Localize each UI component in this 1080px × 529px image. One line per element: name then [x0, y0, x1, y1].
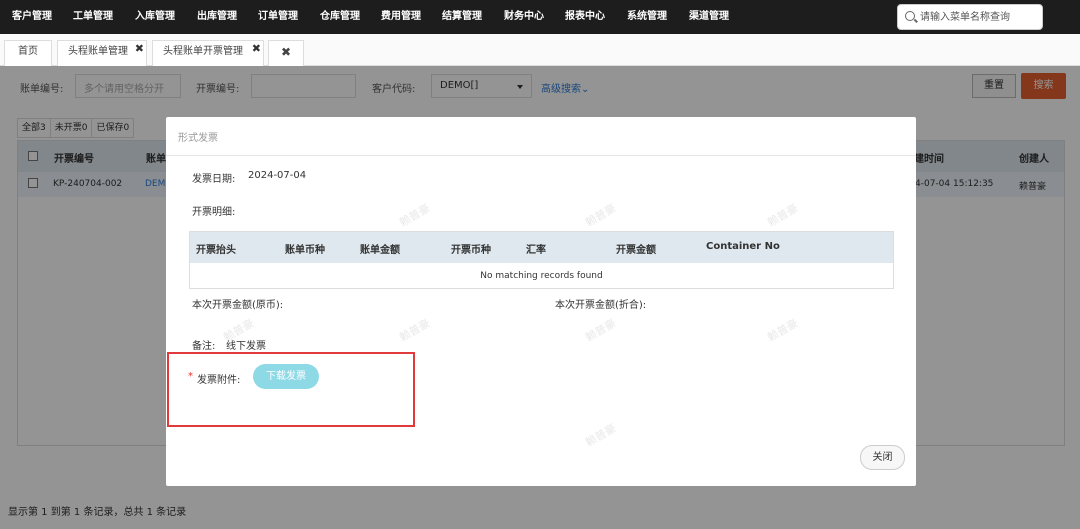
close-icon[interactable]: ✖	[252, 38, 261, 60]
watermark: 赖普豪	[583, 316, 619, 345]
nav-item-inbound[interactable]: 入库管理	[135, 0, 175, 34]
detail-header-bill-currency: 账单币种	[285, 245, 325, 256]
tab-bar: 首页 头程账单管理 ✖ 头程账单开票管理 ✖ ✖	[0, 34, 1080, 66]
detail-header-rate: 汇率	[526, 245, 546, 256]
invoice-date-value: 2024-07-04	[248, 170, 307, 181]
watermark: 赖普豪	[765, 201, 801, 230]
watermark: 赖普豪	[397, 316, 433, 345]
remark-label: 备注:	[192, 341, 216, 352]
detail-header-container-no: Container No	[706, 241, 780, 252]
nav-item-channel[interactable]: 渠道管理	[689, 0, 729, 34]
nav-item-settlement[interactable]: 结算管理	[442, 0, 482, 34]
invoice-detail-table: 开票抬头 账单币种 账单金额 开票币种 汇率 开票金额 Container No…	[189, 231, 894, 289]
amount-converted-label: 本次开票金额(折合):	[555, 300, 647, 311]
nav-item-finance[interactable]: 财务中心	[504, 0, 544, 34]
nav-item-order[interactable]: 订单管理	[258, 0, 298, 34]
nav-item-reports[interactable]: 报表中心	[565, 0, 605, 34]
detail-empty-row: No matching records found	[480, 271, 603, 281]
watermark: 赖普豪	[583, 421, 619, 450]
watermark: 赖普豪	[765, 316, 801, 345]
invoice-date-label: 发票日期:	[192, 174, 236, 185]
invoice-detail-label: 开票明细:	[192, 207, 236, 218]
search-icon	[905, 11, 915, 21]
close-icon[interactable]: ✖	[135, 38, 144, 60]
menu-search-input[interactable]	[920, 9, 1038, 25]
nav-item-customer[interactable]: 客户管理	[12, 0, 52, 34]
watermark: 赖普豪	[397, 201, 433, 230]
tab-bill-invoice-management[interactable]: 头程账单开票管理 ✖	[152, 40, 264, 66]
detail-header-bill-amount: 账单金额	[360, 245, 400, 256]
modal-title: 形式发票	[166, 117, 916, 156]
nav-item-warehouse[interactable]: 仓库管理	[320, 0, 360, 34]
tab-bill-invoice-label: 头程账单开票管理	[163, 46, 243, 57]
close-all-tabs-button[interactable]: ✖	[268, 40, 304, 66]
tab-home-label: 首页	[18, 46, 38, 57]
top-nav: 客户管理 工单管理 入库管理 出库管理 订单管理 仓库管理 费用管理 结算管理 …	[0, 0, 1080, 34]
nav-item-fees[interactable]: 费用管理	[381, 0, 421, 34]
detail-header-invoice-amount: 开票金额	[616, 245, 656, 256]
menu-search-box[interactable]	[897, 4, 1043, 30]
detail-header-title: 开票抬头	[196, 245, 236, 256]
close-icon: ✖	[280, 45, 292, 59]
tab-home[interactable]: 首页	[4, 40, 52, 66]
close-button[interactable]: 关闭	[860, 445, 905, 470]
tab-bill-management[interactable]: 头程账单管理 ✖	[57, 40, 147, 66]
invoice-modal: 形式发票 发票日期: 2024-07-04 开票明细: 开票抬头 账单币种 账单…	[166, 117, 916, 486]
detail-header-invoice-currency: 开票币种	[451, 245, 491, 256]
detail-table-header: 开票抬头 账单币种 账单金额 开票币种 汇率 开票金额 Container No	[190, 232, 893, 263]
nav-item-system[interactable]: 系统管理	[627, 0, 667, 34]
highlight-box	[167, 352, 415, 427]
amount-original-label: 本次开票金额(原币):	[192, 300, 284, 311]
nav-item-outbound[interactable]: 出库管理	[197, 0, 237, 34]
nav-item-workorder[interactable]: 工单管理	[73, 0, 113, 34]
tab-bill-management-label: 头程账单管理	[68, 46, 128, 57]
watermark: 赖普豪	[583, 201, 619, 230]
